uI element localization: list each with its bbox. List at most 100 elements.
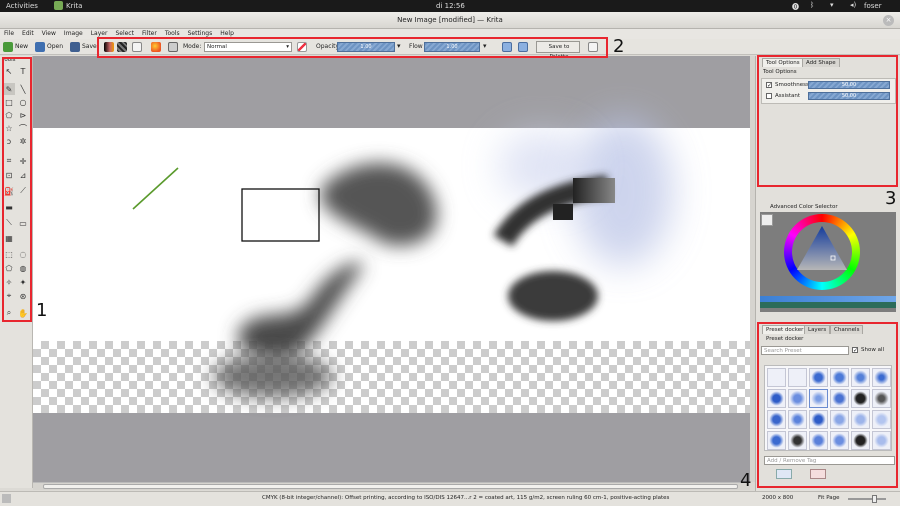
magnetic-select-icon[interactable]: ⊛ xyxy=(17,290,29,302)
advanced-color-selector[interactable] xyxy=(760,212,896,312)
preset-item[interactable] xyxy=(872,368,891,387)
bluetooth-icon[interactable]: ᛒ xyxy=(810,1,814,9)
zoom-slider[interactable] xyxy=(848,498,886,500)
zoom-status[interactable]: Fit Page xyxy=(818,495,840,501)
ellipse-select-icon[interactable]: ◌ xyxy=(17,248,29,260)
line-tool-icon[interactable]: ╲ xyxy=(17,83,29,95)
preset-item[interactable] xyxy=(851,410,870,429)
contiguous-select-icon[interactable]: ✧ xyxy=(3,276,15,288)
pan-tool-icon[interactable]: ✋ xyxy=(17,307,29,319)
app-menu-krita[interactable]: Krita xyxy=(66,2,82,10)
save-button[interactable]: Save xyxy=(70,41,97,53)
show-all-checkbox[interactable]: ✓ xyxy=(852,347,858,354)
resize-grip-icon[interactable] xyxy=(2,494,11,503)
freehand-brush-icon[interactable]: ✎ xyxy=(3,83,15,95)
ellipse-tool-icon[interactable]: ○ xyxy=(17,96,29,108)
polyline-tool-icon[interactable]: ⊳ xyxy=(17,109,29,121)
volume-icon[interactable]: ◂) xyxy=(850,1,856,9)
preset-item[interactable] xyxy=(767,368,786,387)
grid-tool-icon[interactable]: ▦ xyxy=(3,232,15,244)
wifi-icon[interactable]: ▾ xyxy=(830,1,834,9)
preset-item[interactable] xyxy=(767,410,786,429)
polygon-select-icon[interactable]: ⬠ xyxy=(3,262,15,274)
mirror-vertical-icon[interactable] xyxy=(518,42,528,52)
smoothness-checkbox[interactable]: ✓ xyxy=(766,82,772,89)
menu-filter[interactable]: Filter xyxy=(138,29,161,39)
menu-view[interactable]: View xyxy=(38,29,60,39)
rectangle-outline-shape[interactable] xyxy=(241,188,320,242)
tab-tool-options[interactable]: Tool Options xyxy=(762,58,804,67)
tab-channels[interactable]: Channels xyxy=(830,325,864,334)
workspace-chooser-icon[interactable] xyxy=(588,42,598,52)
scrollbar-thumb[interactable] xyxy=(43,484,738,489)
eraser-mode-icon[interactable] xyxy=(297,42,307,52)
layer-options-icon[interactable] xyxy=(168,42,178,52)
pattern-selector-icon[interactable] xyxy=(117,42,127,52)
preset-item[interactable] xyxy=(830,368,849,387)
preset-item[interactable] xyxy=(767,431,786,450)
close-window-icon[interactable]: × xyxy=(883,15,894,26)
assistant-tool-icon[interactable]: ⟍ xyxy=(3,217,15,229)
bezier-select-icon[interactable]: ⌖ xyxy=(3,290,15,302)
color-swap-icon[interactable] xyxy=(132,42,142,52)
outline-select-icon[interactable]: ◍ xyxy=(17,262,29,274)
delete-preset-icon[interactable] xyxy=(810,469,826,479)
menu-help[interactable]: Help xyxy=(216,29,238,39)
menu-layer[interactable]: Layer xyxy=(87,29,112,39)
gradient-selector-icon[interactable] xyxy=(104,42,114,52)
preset-item[interactable] xyxy=(788,368,807,387)
tag-input[interactable]: Add / Remove Tag xyxy=(764,456,895,465)
text-tool-icon[interactable]: T xyxy=(17,65,29,77)
open-button[interactable]: Open xyxy=(35,41,63,53)
preset-item[interactable] xyxy=(851,389,870,408)
preset-item[interactable] xyxy=(830,431,849,450)
clock[interactable]: di 12:56 xyxy=(436,2,465,10)
menu-tools[interactable]: Tools xyxy=(161,29,184,39)
tab-layers[interactable]: Layers xyxy=(804,325,831,334)
save-to-palette-button[interactable]: Save to Palette xyxy=(536,41,580,60)
preset-item[interactable] xyxy=(872,410,891,429)
preset-item[interactable] xyxy=(830,410,849,429)
preset-item[interactable] xyxy=(788,410,807,429)
preset-item[interactable] xyxy=(851,368,870,387)
preset-item[interactable] xyxy=(830,389,849,408)
preset-item-selected[interactable] xyxy=(809,389,828,408)
opacity-slider[interactable]: 1.00 xyxy=(337,42,395,52)
assistant-slider[interactable]: 50.00 xyxy=(808,92,890,100)
tab-add-shape[interactable]: Add Shape xyxy=(802,58,840,67)
gradient-tool-icon[interactable]: ▬ xyxy=(3,201,15,213)
bezier-tool-icon[interactable]: ⌒ xyxy=(17,122,29,134)
preset-item[interactable] xyxy=(872,389,891,408)
search-preset-input[interactable]: Search Preset xyxy=(761,346,849,355)
preset-item[interactable] xyxy=(809,431,828,450)
brush-preset-icon[interactable] xyxy=(151,42,161,52)
fill-tool-icon[interactable]: ⛽ xyxy=(3,185,15,197)
menu-edit[interactable]: Edit xyxy=(18,29,38,39)
preset-item[interactable] xyxy=(767,389,786,408)
save-preset-icon[interactable] xyxy=(776,469,792,479)
user-menu[interactable]: foser xyxy=(864,2,882,10)
flow-slider[interactable]: 1.00 xyxy=(424,42,480,52)
mirror-horizontal-icon[interactable] xyxy=(502,42,512,52)
zoom-tool-icon[interactable]: ⌕ xyxy=(3,307,15,319)
menu-select[interactable]: Select xyxy=(111,29,138,39)
measure-tool-icon[interactable]: ⊿ xyxy=(17,169,29,181)
preset-item[interactable] xyxy=(809,410,828,429)
assistant-checkbox[interactable] xyxy=(766,93,772,99)
dynamic-brush-icon[interactable]: ✲ xyxy=(17,135,29,147)
star-tool-icon[interactable]: ☆ xyxy=(3,122,15,134)
menu-image[interactable]: Image xyxy=(60,29,87,39)
rect-select-icon[interactable]: ⬚ xyxy=(3,248,15,260)
crop-tool-icon[interactable]: ⌗ xyxy=(3,155,15,167)
freehand-path-icon[interactable]: ↄ xyxy=(3,135,15,147)
horizontal-scrollbar[interactable] xyxy=(33,482,750,490)
select-shapes-icon[interactable]: ↖ xyxy=(3,65,15,77)
opacity-spin-icon[interactable]: ▾ xyxy=(397,42,401,50)
blend-mode-select[interactable]: Normal ▾ xyxy=(204,42,292,52)
ruler-tool-icon[interactable]: ▭ xyxy=(17,217,29,229)
similar-select-icon[interactable]: ✦ xyxy=(17,276,29,288)
new-button[interactable]: New xyxy=(3,41,28,53)
menu-file[interactable]: File xyxy=(0,29,18,39)
rectangle-tool-icon[interactable]: □ xyxy=(3,96,15,108)
preset-item[interactable] xyxy=(851,431,870,450)
